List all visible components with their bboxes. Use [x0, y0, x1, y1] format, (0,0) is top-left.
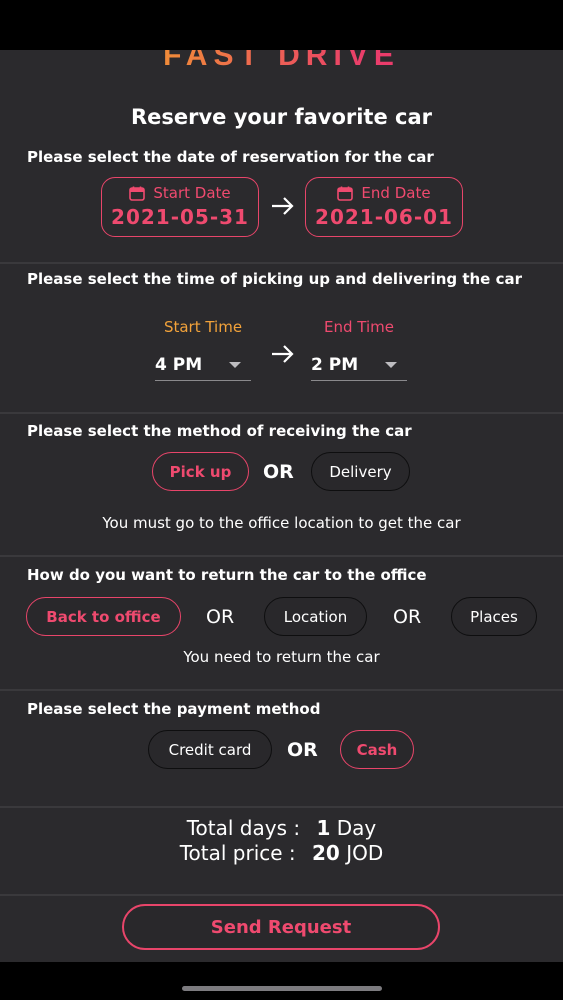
calendar-icon [337, 186, 354, 201]
start-time-select[interactable]: 4 PM [155, 350, 251, 381]
start-date-label: Start Date [153, 184, 231, 202]
total-price-value: 20 [312, 841, 340, 865]
total-price-unit: JOD [346, 841, 384, 865]
cash-option-button[interactable]: Cash [340, 730, 414, 769]
divider [0, 689, 563, 691]
arrow-right-icon [272, 197, 294, 215]
or-separator: OR [206, 606, 235, 628]
end-time-column: End Time 2 PM [311, 318, 407, 381]
divider [0, 262, 563, 264]
reservation-screen: FAST DRIVE Reserve your favorite car Ple… [0, 50, 563, 962]
total-price-row: Total price : 20 JOD [0, 841, 563, 866]
receive-section-label: Please select the method of receiving th… [27, 422, 412, 440]
return-info-text: You need to return the car [183, 648, 380, 666]
credit-card-option-button[interactable]: Credit card [148, 730, 272, 769]
payment-section-label: Please select the payment method [27, 700, 321, 718]
start-time-column: Start Time 4 PM [155, 318, 251, 381]
end-time-label: End Time [324, 318, 394, 336]
dropdown-caret-icon [385, 362, 397, 368]
total-days-row: Total days : 1 Day [0, 816, 563, 841]
end-date-picker[interactable]: End Date 2021-06-01 [305, 177, 463, 237]
home-indicator[interactable] [182, 986, 382, 991]
divider [0, 894, 563, 896]
dropdown-caret-icon [229, 362, 241, 368]
end-date-label: End Date [361, 184, 431, 202]
location-option-button[interactable]: Location [264, 597, 367, 636]
start-date-picker[interactable]: Start Date 2021-05-31 [101, 177, 259, 237]
total-days-unit: Day [336, 816, 377, 840]
divider [0, 555, 563, 557]
back-to-office-option-button[interactable]: Back to office [26, 597, 181, 636]
return-section-label: How do you want to return the car to the… [27, 566, 427, 584]
date-section-label: Please select the date of reservation fo… [27, 148, 434, 166]
send-request-button[interactable]: Send Request [122, 904, 440, 950]
divider [0, 412, 563, 414]
start-time-value: 4 PM [155, 355, 203, 375]
arrow-right-icon [272, 345, 294, 363]
or-separator: OR [263, 461, 294, 483]
total-days-label: Total days : [186, 816, 301, 840]
start-date-value: 2021-05-31 [111, 205, 249, 229]
end-date-value: 2021-06-01 [315, 205, 453, 229]
pickup-option-button[interactable]: Pick up [152, 452, 249, 491]
divider [0, 806, 563, 808]
time-section-label: Please select the time of picking up and… [27, 270, 522, 288]
calendar-icon [129, 186, 146, 201]
end-time-select[interactable]: 2 PM [311, 350, 407, 381]
end-time-value: 2 PM [311, 355, 359, 375]
total-days-value: 1 [316, 816, 331, 840]
start-time-label: Start Time [163, 318, 243, 336]
page-title: Reserve your favorite car [130, 105, 433, 129]
places-option-button[interactable]: Places [451, 597, 537, 636]
receive-info-text: You must go to the office location to ge… [102, 514, 461, 532]
delivery-option-button[interactable]: Delivery [311, 452, 410, 491]
or-separator: OR [393, 606, 422, 628]
total-price-label: Total price : [179, 841, 296, 865]
or-separator: OR [287, 739, 318, 761]
app-logo: FAST DRIVE [0, 50, 563, 74]
